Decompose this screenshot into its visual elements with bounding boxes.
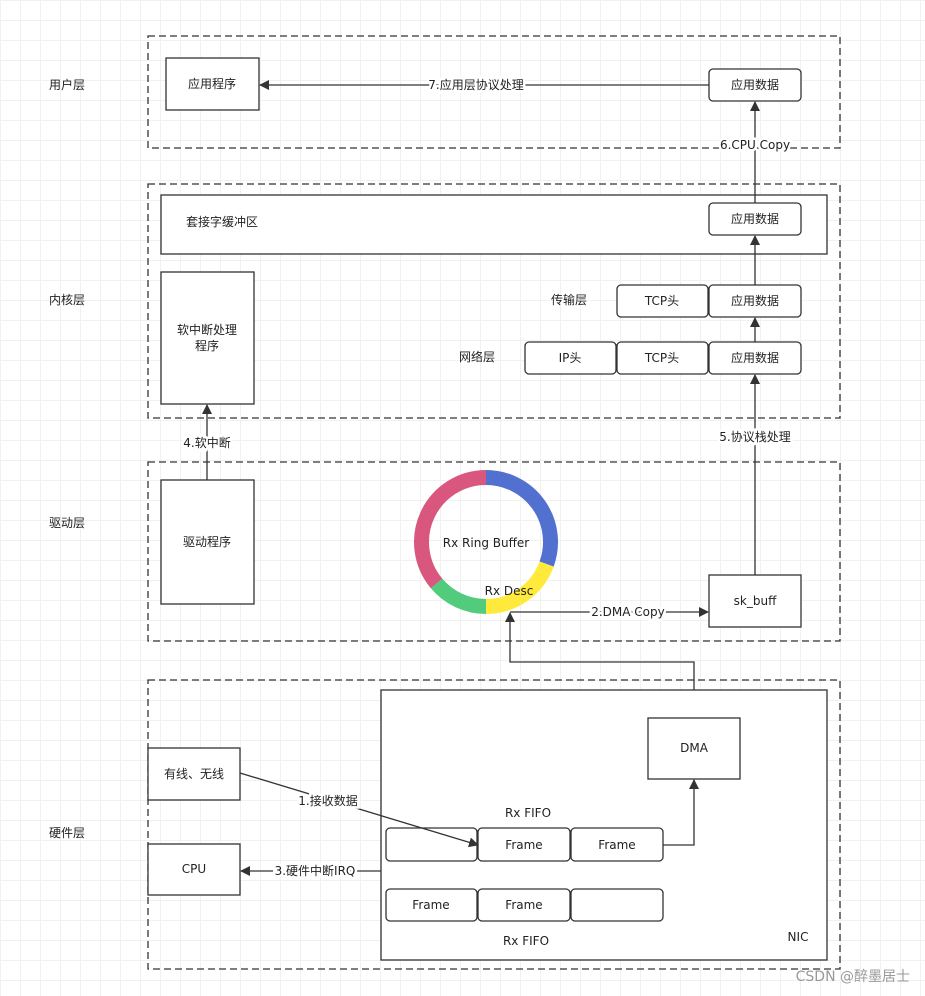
frame-slot <box>570 888 664 922</box>
watermark: CSDN @醉墨居士 <box>796 969 910 985</box>
sk-buff-label: sk_buff <box>734 594 777 608</box>
ring-segment-green <box>430 578 487 614</box>
network-ip-label: IP头 <box>559 351 582 365</box>
layer-label-hardware: 硬件层 <box>49 826 85 840</box>
transport-layer-label: 传输层 <box>551 292 587 307</box>
layer-label-kernel: 内核层 <box>49 293 85 307</box>
layer-label-user: 用户层 <box>49 77 85 92</box>
frame-slot-label: Frame <box>505 838 542 852</box>
step3-label: 3.硬件中断IRQ <box>275 863 356 878</box>
rx-desc-label: Rx Desc <box>485 584 534 598</box>
step1-label: 1.接收数据 <box>298 793 357 808</box>
step7-label: 7.应用层协议处理 <box>428 77 523 92</box>
transport-data-label: 应用数据 <box>731 293 779 308</box>
driver-program-label: 驱动程序 <box>183 534 231 549</box>
frame-slot-label: Frame <box>505 898 542 912</box>
step4-label: 4.软中断 <box>183 435 230 450</box>
nic-label: NIC <box>788 930 809 944</box>
network-layer-label: 网络层 <box>459 349 495 364</box>
ring-segment-pink <box>414 470 487 589</box>
rx-fifo-bottom-label: Rx FIFO <box>503 934 549 948</box>
frame-slot <box>385 827 478 862</box>
cpu-label: CPU <box>182 862 206 876</box>
step6-label: 6.CPU Copy <box>720 138 790 152</box>
wired-wireless-label: 有线、无线 <box>164 767 224 781</box>
ring-segment-blue <box>485 470 558 567</box>
softirq-handler-box <box>160 271 255 405</box>
network-receive-diagram: 用户层 内核层 驱动层 硬件层 应用程序 应用数据 7.应用层协议处理 套接字缓… <box>49 35 910 985</box>
network-tcp-label: TCP头 <box>644 351 679 365</box>
transport-tcp-label: TCP头 <box>644 294 679 308</box>
socket-buffer-label: 套接字缓冲区 <box>186 214 258 229</box>
step2-label: 2.DMA Copy <box>591 605 665 619</box>
user-app-data-label: 应用数据 <box>731 77 779 92</box>
rx-fifo-top-label: Rx FIFO <box>505 806 551 820</box>
step5-label: 5.协议栈处理 <box>719 429 790 444</box>
socket-app-data-label: 应用数据 <box>731 211 779 226</box>
network-data-label: 应用数据 <box>731 350 779 365</box>
layer-label-driver: 驱动层 <box>49 516 85 530</box>
frame-slot-label: Frame <box>412 898 449 912</box>
ring-buffer-label: Rx Ring Buffer <box>443 536 529 550</box>
frame-slot-label: Frame <box>598 838 635 852</box>
app-label: 应用程序 <box>188 76 236 91</box>
dma-label: DMA <box>680 741 709 755</box>
